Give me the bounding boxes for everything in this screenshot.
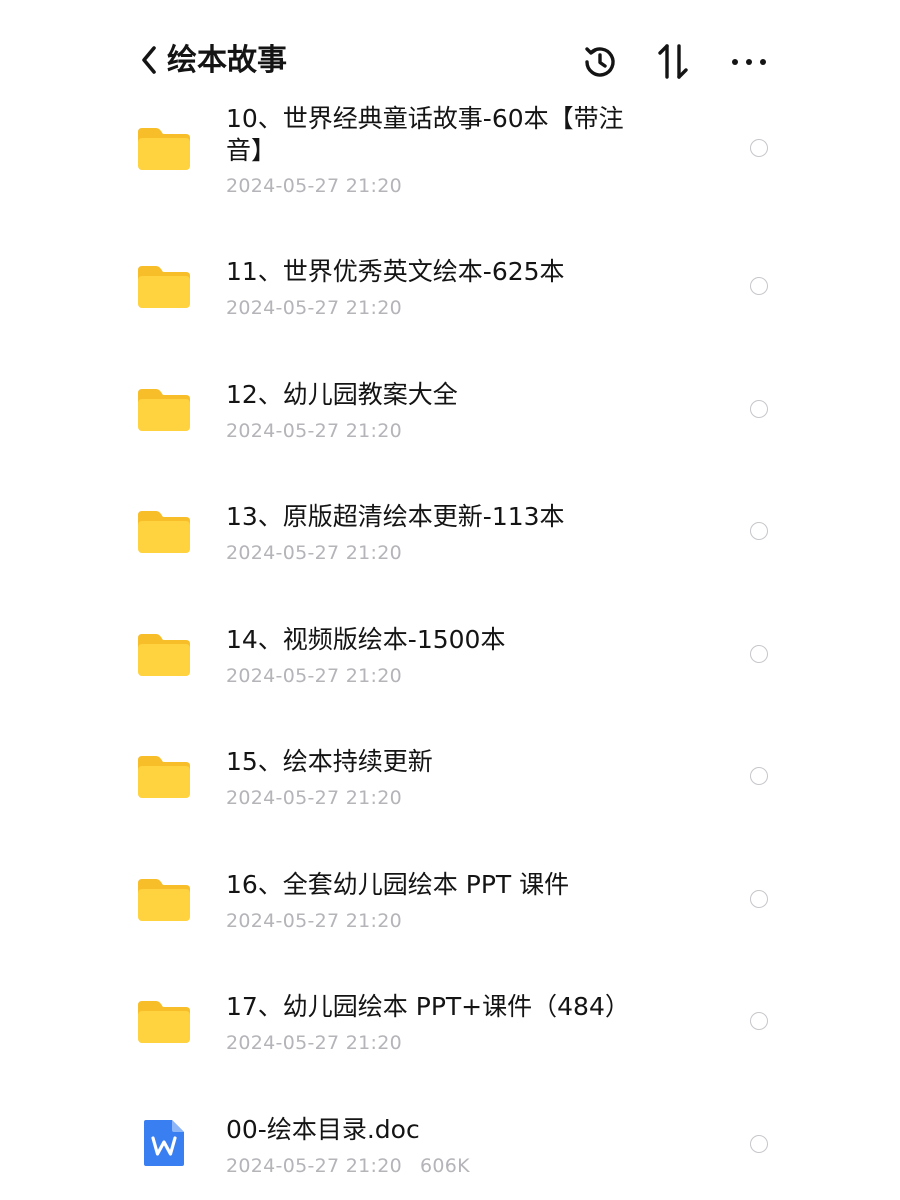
modified-date: 2024-05-27 21:20 — [226, 910, 403, 932]
folder-icon — [138, 511, 190, 553]
modified-date: 2024-05-27 21:20 — [226, 420, 403, 442]
item-meta: 2024-05-27 21:20 606K — [226, 1154, 470, 1178]
folder-name: 12、幼儿园教案大全 — [226, 380, 458, 409]
folder-name: 17、幼儿园绘本 PPT+课件（484） — [226, 992, 630, 1021]
folder-icon — [138, 756, 190, 798]
folder-row[interactable]: 14、视频版绘本-1500本 2024-05-27 21:20 — [0, 618, 900, 698]
file-size: 606K — [420, 1155, 470, 1177]
item-meta: 2024-05-27 21:20 — [226, 541, 402, 565]
modified-date: 2024-05-27 21:20 — [226, 1155, 403, 1177]
folder-icon — [138, 128, 190, 170]
modified-date: 2024-05-27 21:20 — [226, 1032, 403, 1054]
word-doc-icon — [144, 1120, 184, 1166]
item-meta: 2024-05-27 21:20 — [226, 296, 402, 320]
folder-icon — [138, 389, 190, 431]
item-meta: 2024-05-27 21:20 — [226, 664, 402, 688]
select-checkbox[interactable] — [750, 1012, 768, 1030]
folder-row[interactable]: 11、世界优秀英文绘本-625本 2024-05-27 21:20 — [0, 250, 900, 330]
item-meta: 2024-05-27 21:20 — [226, 786, 402, 810]
folder-name: 15、绘本持续更新 — [226, 747, 433, 776]
select-checkbox[interactable] — [750, 645, 768, 663]
select-checkbox[interactable] — [750, 400, 768, 418]
select-checkbox[interactable] — [750, 890, 768, 908]
modified-date: 2024-05-27 21:20 — [226, 297, 403, 319]
file-row[interactable]: 00-绘本目录.doc 2024-05-27 21:20 606K — [0, 1108, 900, 1188]
select-checkbox[interactable] — [750, 522, 768, 540]
file-name: 00-绘本目录.doc — [226, 1115, 420, 1144]
folder-name: 10、世界经典童话故事-60本【带注音】 — [226, 104, 624, 165]
file-list: 10、世界经典童话故事-60本【带注音】 2024-05-27 21:20 11… — [0, 0, 900, 1200]
folder-icon — [138, 879, 190, 921]
select-checkbox[interactable] — [750, 1135, 768, 1153]
folder-name: 14、视频版绘本-1500本 — [226, 625, 506, 654]
folder-icon — [138, 1001, 190, 1043]
folder-row[interactable]: 15、绘本持续更新 2024-05-27 21:20 — [0, 740, 900, 820]
item-meta: 2024-05-27 21:20 — [226, 1031, 402, 1055]
folder-name: 13、原版超清绘本更新-113本 — [226, 502, 565, 531]
folder-row[interactable]: 13、原版超清绘本更新-113本 2024-05-27 21:20 — [0, 495, 900, 575]
folder-row[interactable]: 10、世界经典童话故事-60本【带注音】 2024-05-27 21:20 — [0, 95, 900, 215]
item-meta: 2024-05-27 21:20 — [226, 419, 402, 443]
select-checkbox[interactable] — [750, 277, 768, 295]
modified-date: 2024-05-27 21:20 — [226, 787, 403, 809]
folder-icon — [138, 634, 190, 676]
select-checkbox[interactable] — [750, 139, 768, 157]
modified-date: 2024-05-27 21:20 — [226, 665, 403, 687]
item-meta: 2024-05-27 21:20 — [226, 174, 402, 198]
folder-name: 11、世界优秀英文绘本-625本 — [226, 257, 565, 286]
modified-date: 2024-05-27 21:20 — [226, 542, 403, 564]
folder-name: 16、全套幼儿园绘本 PPT 课件 — [226, 870, 570, 899]
folder-row[interactable]: 17、幼儿园绘本 PPT+课件（484） 2024-05-27 21:20 — [0, 985, 900, 1065]
folder-row[interactable]: 12、幼儿园教案大全 2024-05-27 21:20 — [0, 373, 900, 453]
select-checkbox[interactable] — [750, 767, 768, 785]
modified-date: 2024-05-27 21:20 — [226, 175, 403, 197]
folder-icon — [138, 266, 190, 308]
item-meta: 2024-05-27 21:20 — [226, 909, 402, 933]
folder-row[interactable]: 16、全套幼儿园绘本 PPT 课件 2024-05-27 21:20 — [0, 863, 900, 943]
